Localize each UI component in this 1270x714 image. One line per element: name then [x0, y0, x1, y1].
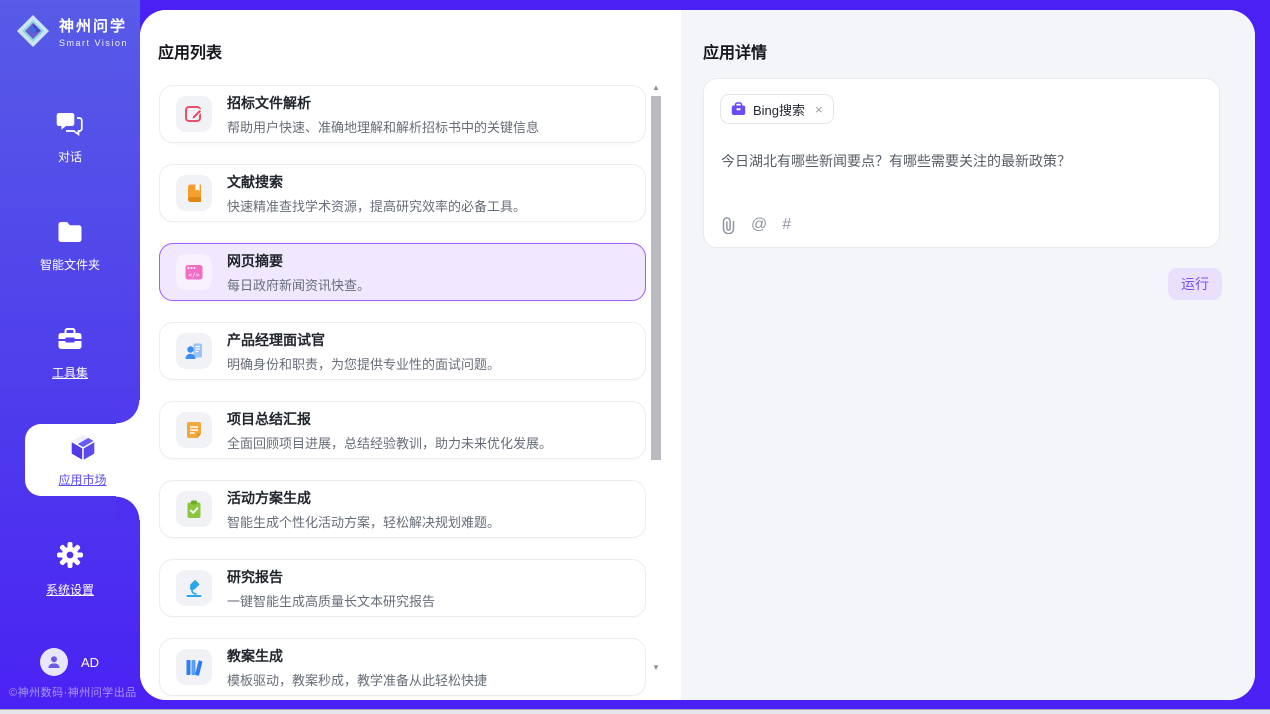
app-list-scrollbar[interactable]: ▲ ▼ [650, 83, 662, 673]
sidebar-item-toolset[interactable]: 工具集 [0, 326, 140, 381]
browser-code-icon: </> [183, 261, 205, 283]
sidebar: 神州问学 Smart Vision 对话 智能文件夹 工具集 应用市场 [0, 0, 140, 714]
books-icon [183, 656, 205, 678]
tool-tag-label: Bing搜索 [753, 100, 805, 119]
app-card-desc: 帮助用户快速、准确地理解和解析招标书中的关键信息 [227, 117, 539, 136]
app-card-desc: 全面回顾项目进展，总结经验教训，助力未来优化发展。 [227, 433, 552, 452]
app-card-desc: 智能生成个性化活动方案，轻松解决规划难题。 [227, 512, 500, 531]
app-list-title: 应用列表 [158, 39, 222, 63]
sidebar-item-settings[interactable]: 系统设置 [0, 541, 140, 598]
prompt-toolbar: @ # [721, 216, 791, 234]
tool-tag-bing-search[interactable]: Bing搜索 × [720, 94, 834, 124]
app-icon-tile [176, 175, 212, 211]
app-card-event-plan[interactable]: 活动方案生成 智能生成个性化活动方案，轻松解决规划难题。 [159, 480, 646, 538]
app-card-name: 活动方案生成 [227, 488, 500, 508]
app-icon-tile [176, 333, 212, 369]
app-card-list: 招标文件解析 帮助用户快速、准确地理解和解析招标书中的关键信息 文献搜索 快速精… [159, 85, 646, 697]
app-card-lesson-plan[interactable]: 教案生成 模板驱动，教案秒成，教学准备从此轻松快捷 [159, 638, 646, 696]
app-card-desc: 明确身份和职责，为您提供专业性的面试问题。 [227, 354, 500, 373]
app-card-project-summary[interactable]: 项目总结汇报 全面回顾项目进展，总结经验教训，助力未来优化发展。 [159, 401, 646, 459]
app-icon-tile [176, 96, 212, 132]
app-icon-tile: </> [176, 254, 212, 290]
app-card-pm-interviewer[interactable]: 产品经理面试官 明确身份和职责，为您提供专业性的面试问题。 [159, 322, 646, 380]
app-icon-tile [176, 412, 212, 448]
clipboard-check-icon [183, 498, 205, 520]
app-icon-tile [176, 649, 212, 685]
mention-icon[interactable]: @ [751, 216, 767, 234]
app-card-name: 项目总结汇报 [227, 409, 552, 429]
chat-icon [56, 110, 84, 136]
sidebar-item-label: 智能文件夹 [0, 256, 140, 273]
svg-text:</>: </> [188, 272, 199, 279]
app-card-desc: 快速精准查找学术资源，提高研究效率的必备工具。 [227, 196, 526, 215]
folder-icon [56, 220, 84, 244]
app-card-literature-search[interactable]: 文献搜索 快速精准查找学术资源，提高研究效率的必备工具。 [159, 164, 646, 222]
brand-subtitle: Smart Vision [59, 38, 128, 48]
cube-icon [67, 431, 99, 463]
gear-icon [56, 541, 84, 569]
person-icon [46, 654, 62, 670]
app-card-name: 招标文件解析 [227, 93, 539, 113]
diamond-logo-icon [15, 13, 51, 49]
run-button[interactable]: 运行 [1168, 268, 1222, 300]
research-icon [183, 577, 205, 599]
interviewer-icon [183, 340, 205, 362]
paperclip-icon[interactable] [721, 217, 736, 234]
app-card-web-summary[interactable]: </> 网页摘要 每日政府新闻资讯快查。 [159, 243, 646, 301]
app-card-research-report[interactable]: 研究报告 一键智能生成高质量长文本研究报告 [159, 559, 646, 617]
edit-document-icon [183, 103, 205, 125]
app-card-name: 网页摘要 [227, 251, 370, 271]
app-card-name: 产品经理面试官 [227, 330, 500, 350]
app-card-desc: 每日政府新闻资讯快查。 [227, 275, 370, 294]
book-icon [183, 182, 205, 204]
copyright-footer: ©神州数码·神州问学出品 [9, 684, 137, 700]
avatar [40, 648, 68, 676]
app-card-desc: 一键智能生成高质量长文本研究报告 [227, 591, 435, 610]
scrollbar-down-arrow[interactable]: ▼ [650, 663, 662, 673]
app-icon-tile [176, 491, 212, 527]
sidebar-item-app-market[interactable]: 应用市场 [25, 424, 140, 496]
sidebar-item-label: 应用市场 [25, 471, 140, 488]
sidebar-item-chat[interactable]: 对话 [0, 110, 140, 165]
bottom-edge-strip [0, 709, 1270, 714]
scrollbar-thumb[interactable] [651, 96, 661, 460]
user-name: AD [81, 655, 99, 670]
main-content: 应用列表 招标文件解析 帮助用户快速、准确地理解和解析招标书中的关键信息 [140, 10, 1255, 700]
app-detail-panel: 应用详情 Bing搜索 × 今日湖北有哪些新闻要点？有哪些需要关注的最新政策？ … [681, 10, 1255, 700]
sidebar-item-smart-folder[interactable]: 智能文件夹 [0, 220, 140, 273]
app-card-name: 教案生成 [227, 646, 487, 666]
prompt-input[interactable]: 今日湖北有哪些新闻要点？有哪些需要关注的最新政策？ [721, 151, 1203, 171]
sidebar-item-label: 系统设置 [0, 581, 140, 598]
briefcase-icon [731, 102, 746, 116]
app-list-panel: 应用列表 招标文件解析 帮助用户快速、准确地理解和解析招标书中的关键信息 [140, 10, 681, 700]
app-card-desc: 模板驱动，教案秒成，教学准备从此轻松快捷 [227, 670, 487, 689]
hash-icon[interactable]: # [782, 216, 791, 234]
app-icon-tile [176, 570, 212, 606]
app-card-bid-document-parse[interactable]: 招标文件解析 帮助用户快速、准确地理解和解析招标书中的关键信息 [159, 85, 646, 143]
brand-logo: 神州问学 Smart Vision [15, 13, 128, 49]
tab-curve-top [116, 400, 140, 424]
user-chip[interactable]: AD [40, 648, 99, 676]
app-card-name: 文献搜索 [227, 172, 526, 192]
prompt-card[interactable]: Bing搜索 × 今日湖北有哪些新闻要点？有哪些需要关注的最新政策？ @ # [703, 78, 1220, 248]
sidebar-item-label: 工具集 [0, 364, 140, 381]
app-detail-title: 应用详情 [703, 39, 767, 63]
toolbox-icon [56, 326, 84, 352]
memo-icon [183, 419, 205, 441]
scrollbar-up-arrow[interactable]: ▲ [650, 83, 662, 93]
brand-name: 神州问学 [59, 15, 128, 36]
tab-curve-bottom [116, 496, 140, 520]
app-card-name: 研究报告 [227, 567, 435, 587]
sidebar-item-label: 对话 [0, 148, 140, 165]
close-icon[interactable]: × [815, 102, 823, 117]
